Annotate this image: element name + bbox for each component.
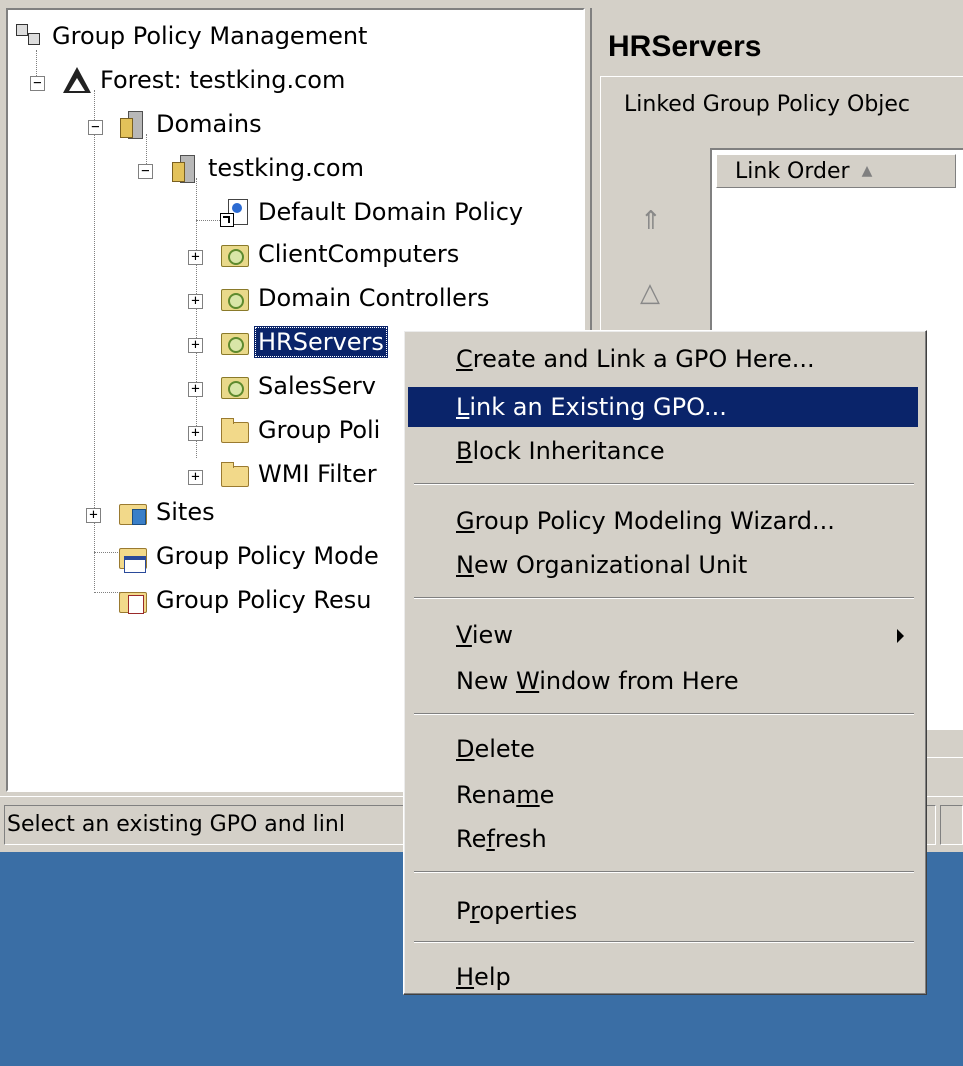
menu-item-label: Group Policy Modeling Wizard... (456, 507, 835, 535)
expand-icon[interactable]: + (188, 338, 203, 353)
tree-item-label: testking.com (208, 154, 364, 182)
collapse-icon[interactable]: − (88, 120, 103, 135)
tree-item-default-domain-policy[interactable]: Default Domain Policy (220, 192, 527, 232)
collapse-icon[interactable]: − (30, 76, 45, 91)
tree-item-wmi-filters[interactable]: WMI Filter (220, 454, 381, 494)
menu-separator (414, 713, 914, 715)
menu-item-label: Block Inheritance (456, 437, 665, 465)
menu-item-label: Refresh (456, 825, 547, 853)
menu-item-block-inheritance[interactable]: Block Inheritance (408, 431, 918, 471)
move-to-top-icon[interactable]: ⇑ (640, 206, 662, 236)
tree-line (94, 552, 120, 553)
context-menu: Create and Link a GPO Here... Link an Ex… (403, 330, 927, 995)
menu-separator (414, 483, 914, 485)
tree-item-clientcomputers[interactable]: ClientComputers (220, 234, 463, 274)
menu-item-refresh[interactable]: Refresh (408, 819, 918, 859)
tree-item-group-policy-management[interactable]: Group Policy Management (14, 16, 371, 56)
menu-item-modeling-wizard[interactable]: Group Policy Modeling Wizard... (408, 501, 918, 541)
collapse-icon[interactable]: − (138, 164, 153, 179)
tree-item-salesservers[interactable]: SalesServ (220, 366, 380, 406)
tree-item-label: Group Policy Mode (156, 542, 379, 570)
tree-item-domains[interactable]: Domains (118, 104, 266, 144)
sort-ascending-icon: ▲ (861, 163, 873, 179)
submenu-arrow-icon (897, 629, 904, 643)
tree-item-group-policy-modeling[interactable]: Group Policy Mode (118, 536, 383, 576)
menu-separator (414, 941, 914, 943)
tree-item-label: Default Domain Policy (258, 198, 524, 226)
results-folder-icon (118, 585, 148, 615)
domain-icon (170, 153, 200, 183)
menu-item-label: New Organizational Unit (456, 551, 748, 579)
status-panel (940, 805, 963, 845)
menu-item-label: Rename (456, 781, 555, 809)
menu-item-label: Delete (456, 735, 535, 763)
tree-item-label: Sites (156, 498, 215, 526)
tree-item-testking-domain[interactable]: testking.com (170, 148, 368, 188)
tree-line (94, 592, 120, 593)
group-policy-management-icon (14, 21, 44, 51)
menu-item-new-window[interactable]: New Window from Here (408, 661, 918, 701)
menu-item-label: Properties (456, 897, 578, 925)
tree-item-label: ClientComputers (258, 240, 460, 268)
menu-item-label: View (456, 621, 513, 649)
shortcut-arrow-icon (220, 213, 234, 227)
menu-item-view[interactable]: View (408, 615, 918, 655)
ou-icon (220, 239, 250, 269)
ou-icon (220, 371, 250, 401)
tree-item-label: Group Poli (258, 416, 381, 444)
tree-item-label: Domains (156, 110, 262, 138)
menu-item-label: New Window from Here (456, 667, 739, 695)
expand-icon[interactable]: + (188, 250, 203, 265)
sites-folder-icon (118, 497, 148, 527)
tree-item-label: WMI Filter (258, 460, 377, 488)
tree-item-forest[interactable]: Forest: testking.com (62, 60, 349, 100)
domains-icon (118, 109, 148, 139)
tree-item-label: SalesServ (258, 372, 376, 400)
menu-item-rename[interactable]: Rename (408, 775, 918, 815)
ou-icon (220, 327, 250, 357)
column-header-link-order[interactable]: Link Order ▲ (716, 154, 956, 188)
tree-item-label: Domain Controllers (258, 284, 490, 312)
expand-icon[interactable]: + (188, 470, 203, 485)
move-up-icon[interactable]: △ (640, 278, 660, 308)
tree-line (196, 220, 222, 221)
details-title: HRServers (608, 30, 762, 63)
tree-item-label: Group Policy Resu (156, 586, 372, 614)
modeling-folder-icon (118, 541, 148, 573)
menu-item-link-existing-gpo[interactable]: Link an Existing GPO... (408, 387, 918, 427)
menu-separator (414, 597, 914, 599)
menu-item-label: Help (456, 963, 511, 991)
menu-item-help[interactable]: Help (408, 957, 918, 997)
menu-item-create-and-link-gpo[interactable]: Create and Link a GPO Here... (408, 339, 918, 379)
tree-item-label: HRServers (254, 326, 388, 358)
menu-item-label: Link an Existing GPO... (456, 393, 727, 421)
tree-item-domain-controllers[interactable]: Domain Controllers (220, 278, 493, 318)
tab-linked-gpos[interactable]: Linked Group Policy Objec (624, 92, 910, 117)
column-header-label: Link Order (735, 158, 850, 184)
menu-item-properties[interactable]: Properties (408, 891, 918, 931)
menu-item-label: Create and Link a GPO Here... (456, 345, 815, 373)
menu-item-delete[interactable]: Delete (408, 729, 918, 769)
wmi-folder-icon (220, 459, 250, 489)
menu-item-new-ou[interactable]: New Organizational Unit (408, 545, 918, 585)
gpo-folder-icon (220, 415, 250, 445)
expand-icon[interactable]: + (188, 426, 203, 441)
expand-icon[interactable]: + (188, 382, 203, 397)
forest-icon (62, 65, 92, 95)
expand-icon[interactable]: + (86, 508, 101, 523)
gpo-link-icon (220, 197, 250, 227)
tree-item-hrservers[interactable]: HRServers (220, 322, 388, 362)
tree-item-sites[interactable]: Sites (118, 492, 219, 532)
expand-icon[interactable]: + (188, 294, 203, 309)
ou-icon (220, 283, 250, 313)
menu-separator (414, 871, 914, 873)
tree-item-group-policy-results[interactable]: Group Policy Resu (118, 580, 375, 620)
tree-item-label: Group Policy Management (52, 22, 368, 50)
tree-item-label: Forest: testking.com (100, 66, 346, 94)
tree-item-group-policy-objects[interactable]: Group Poli (220, 410, 384, 450)
